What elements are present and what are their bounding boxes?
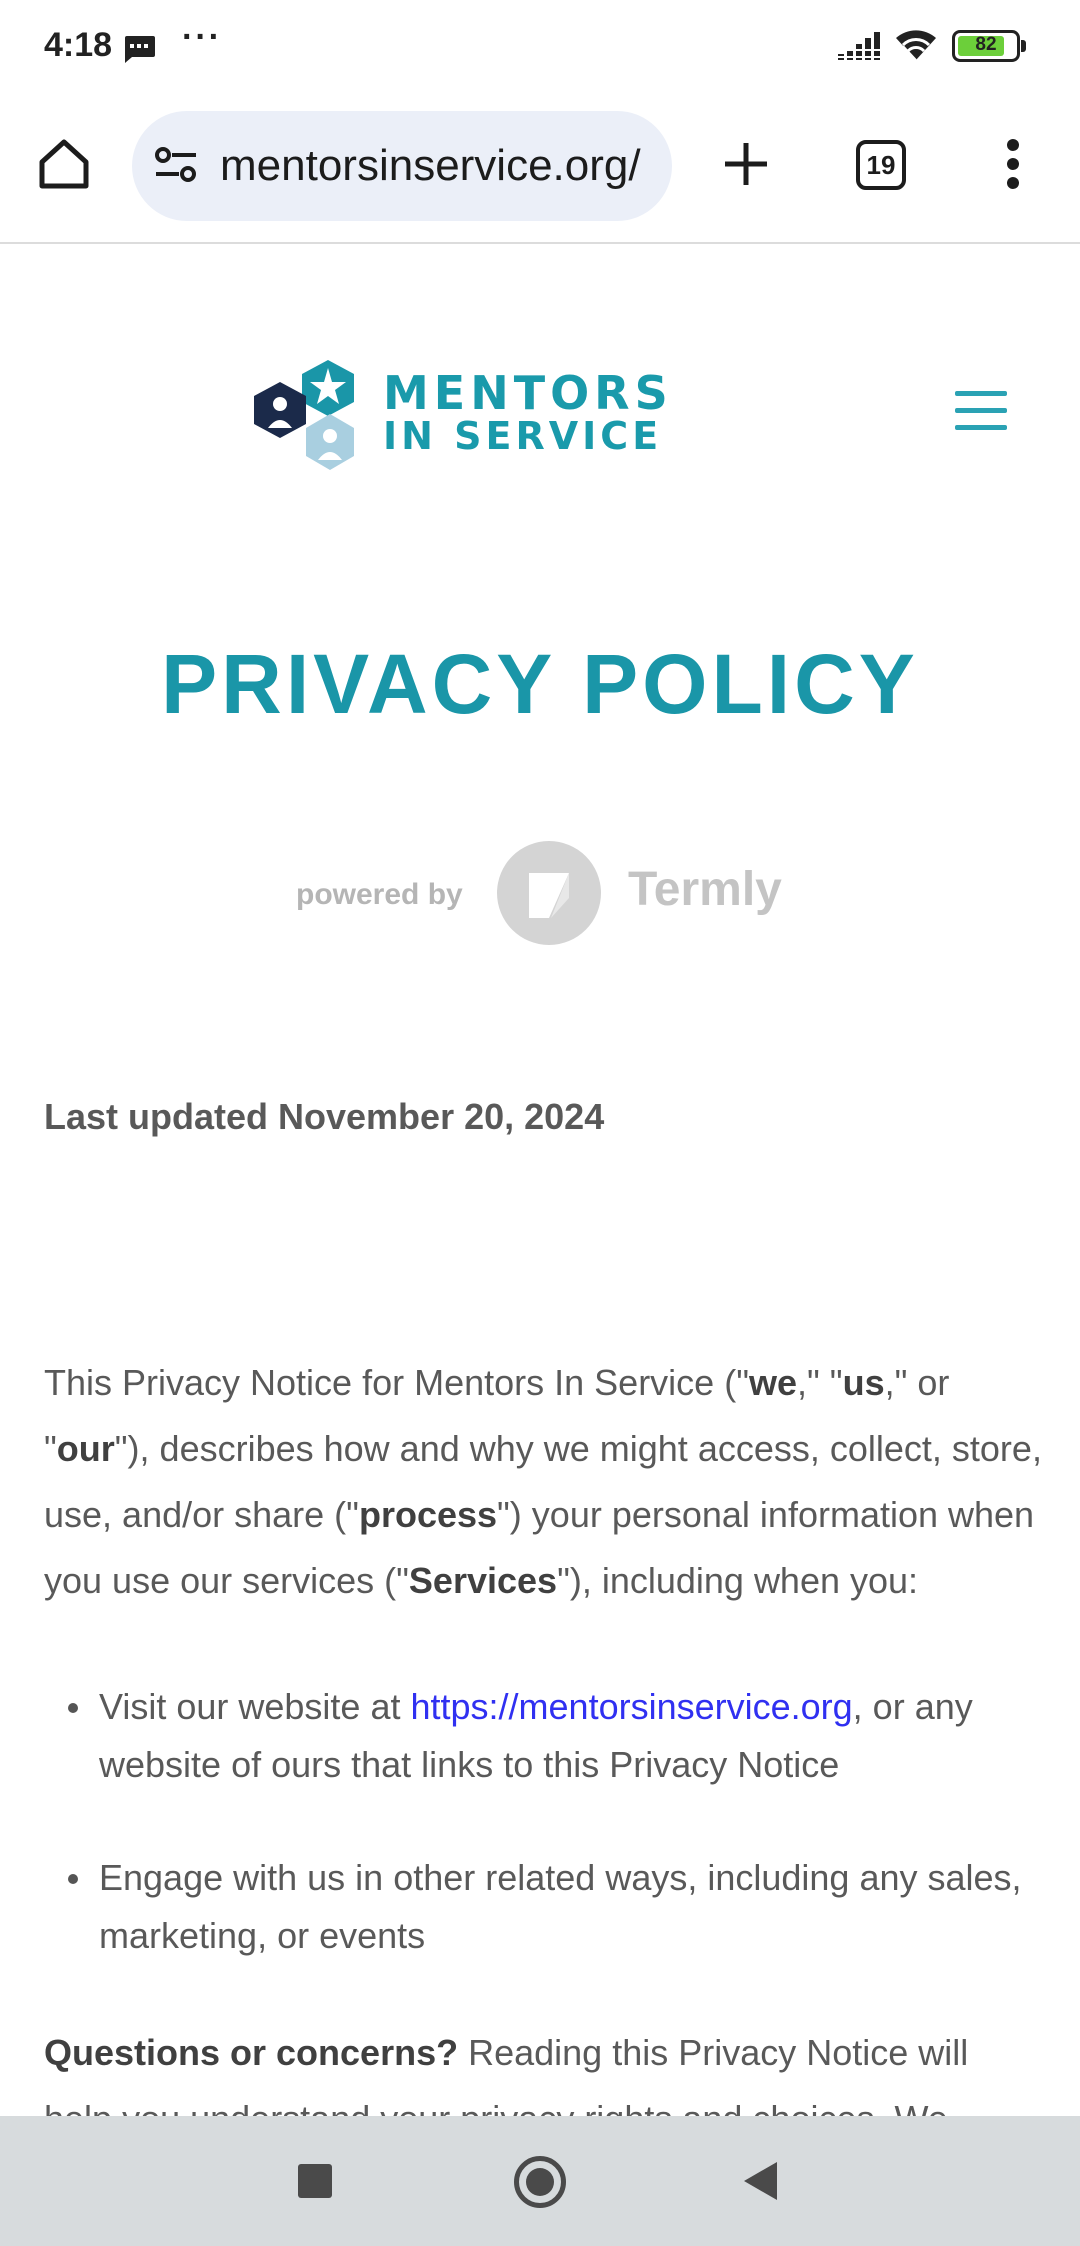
status-time: 4:18	[44, 26, 113, 64]
battery-icon: 82	[952, 30, 1020, 62]
questions-label: Questions or concerns?	[44, 2032, 459, 2073]
bullet-dot	[68, 1703, 78, 1713]
intro-bold-we: we	[748, 1362, 798, 1403]
last-updated: Last updated November 20, 2024	[44, 1096, 605, 1137]
site-header: MENTORS IN SERVICE	[0, 246, 1080, 476]
powered-by-termly[interactable]: powered by Termly	[296, 840, 796, 950]
list-item-text: Engage with us in other related ways, in…	[99, 1857, 1022, 1956]
website-link[interactable]: https://mentorsinservice.org	[410, 1686, 852, 1727]
hamburger-menu-icon[interactable]	[955, 391, 1007, 431]
intro-bold-services: Services	[408, 1560, 558, 1601]
url-text[interactable]: mentorsinservice.org/	[220, 111, 656, 221]
logo-line1: MENTORS	[383, 366, 673, 420]
mentors-in-service-logo-icon[interactable]	[250, 358, 380, 472]
intro-text: ," "	[797, 1362, 843, 1403]
list-item: Visit our website at https://mentorsinse…	[44, 1678, 1044, 1794]
bullet-dot	[68, 1874, 78, 1884]
battery-tip	[1021, 40, 1026, 52]
tune-icon[interactable]	[154, 145, 198, 190]
message-icon	[122, 34, 156, 69]
intro-bold-us: us	[842, 1362, 885, 1403]
site-logo-text[interactable]: MENTORS IN SERVICE	[383, 370, 673, 455]
browser-toolbar: mentorsinservice.org/ 19	[0, 96, 1080, 244]
intro-paragraph: This Privacy Notice for Mentors In Servi…	[44, 1350, 1044, 1614]
wifi-icon	[894, 28, 938, 67]
termly-name: Termly	[628, 863, 782, 916]
termly-logo-icon	[497, 841, 601, 945]
services-list: Visit our website at https://mentorsinse…	[44, 1678, 1044, 1965]
signal-icon	[838, 30, 884, 67]
new-tab-button[interactable]	[716, 134, 776, 194]
powered-by-label: powered by	[296, 878, 463, 911]
back-icon[interactable]	[744, 2162, 777, 2200]
tabs-button[interactable]: 19	[856, 140, 906, 190]
intro-bold-our: our	[56, 1428, 115, 1469]
home-circle-icon[interactable]	[514, 2156, 566, 2208]
more-notifications-icon: ···	[182, 18, 222, 56]
battery-level: 82	[975, 34, 997, 55]
logo-line2: IN SERVICE	[383, 414, 663, 458]
intro-text: "), including when you:	[557, 1560, 919, 1601]
system-nav-bar	[0, 2116, 1080, 2246]
intro-text: This Privacy Notice for Mentors In Servi…	[44, 1362, 749, 1403]
plus-icon	[725, 143, 767, 185]
more-vert-icon	[1007, 139, 1019, 189]
status-bar: 4:18 ··· 82	[0, 0, 1080, 96]
url-bar[interactable]: mentorsinservice.org/	[132, 111, 672, 221]
home-icon	[39, 139, 89, 189]
list-item-text: Visit our website at	[99, 1686, 411, 1727]
home-button[interactable]	[34, 134, 94, 194]
page-title: PRIVACY POLICY	[161, 637, 919, 731]
list-item: Engage with us in other related ways, in…	[44, 1849, 1044, 1965]
more-vert-button[interactable]	[998, 134, 1028, 194]
intro-bold-process: process	[358, 1494, 498, 1535]
recents-icon[interactable]	[298, 2164, 332, 2198]
